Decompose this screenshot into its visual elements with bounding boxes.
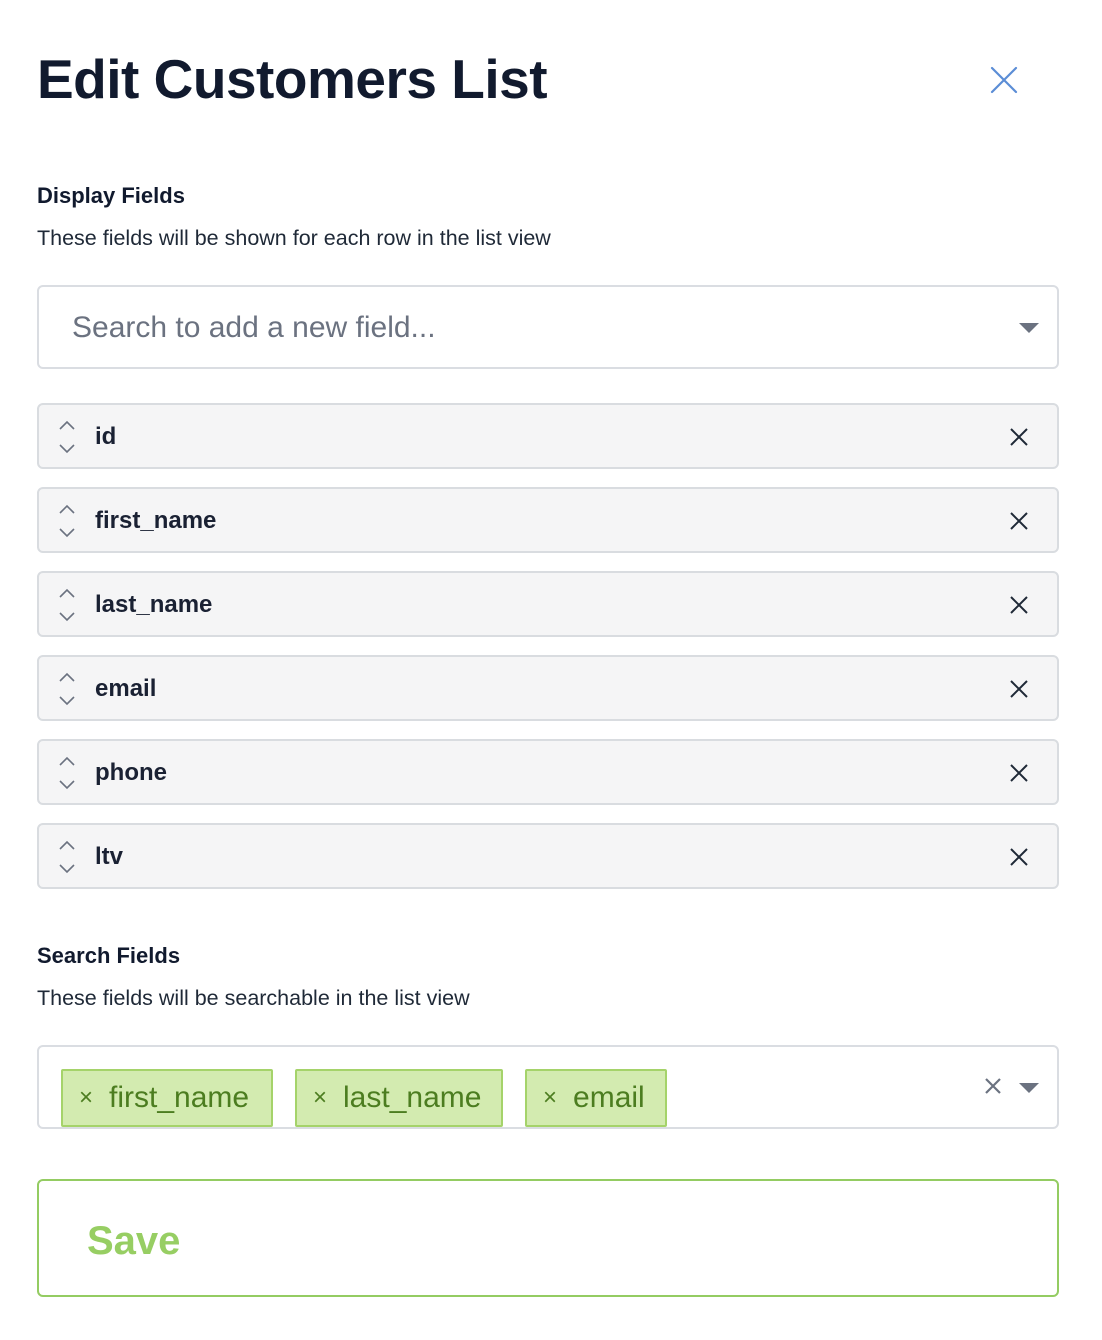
remove-field-icon[interactable] bbox=[1007, 509, 1031, 533]
clear-all-icon[interactable] bbox=[982, 1075, 1004, 1097]
field-name: ltv bbox=[95, 843, 124, 870]
chevron-down-icon[interactable] bbox=[1019, 1083, 1039, 1093]
remove-field-icon[interactable] bbox=[1007, 845, 1031, 869]
remove-chip-icon[interactable]: × bbox=[313, 1081, 327, 1115]
search-chip-first-name: × first_name bbox=[61, 1069, 273, 1127]
reorder-handle-icon[interactable] bbox=[57, 669, 77, 709]
chip-label: email bbox=[573, 1081, 645, 1114]
field-row-email: email bbox=[37, 655, 1059, 721]
field-row-phone: phone bbox=[37, 739, 1059, 805]
search-fields-label: Search Fields bbox=[37, 943, 181, 968]
reorder-handle-icon[interactable] bbox=[57, 753, 77, 793]
modal-title: Edit Customers List bbox=[37, 48, 548, 110]
edit-list-modal: Edit Customers List Display Fields These… bbox=[0, 0, 1102, 1340]
field-name: email bbox=[95, 675, 157, 702]
field-row-first-name: first_name bbox=[37, 487, 1059, 553]
display-fields-description: These fields will be shown for each row … bbox=[37, 226, 551, 250]
reorder-handle-icon[interactable] bbox=[57, 585, 77, 625]
remove-chip-icon[interactable]: × bbox=[543, 1081, 557, 1115]
reorder-handle-icon[interactable] bbox=[57, 417, 77, 457]
search-chip-email: × email bbox=[525, 1069, 667, 1127]
display-fields-label: Display Fields bbox=[37, 183, 185, 208]
field-row-last-name: last_name bbox=[37, 571, 1059, 637]
remove-field-icon[interactable] bbox=[1007, 677, 1031, 701]
search-fields-select[interactable]: × first_name × last_name × email bbox=[37, 1045, 1059, 1129]
field-name: first_name bbox=[95, 507, 217, 534]
close-icon[interactable] bbox=[984, 60, 1024, 100]
save-button-label: Save bbox=[87, 1219, 181, 1263]
chip-label: last_name bbox=[343, 1081, 482, 1114]
field-name: id bbox=[95, 423, 117, 450]
reorder-handle-icon[interactable] bbox=[57, 501, 77, 541]
remove-field-icon[interactable] bbox=[1007, 593, 1031, 617]
chevron-down-icon[interactable] bbox=[1019, 323, 1039, 333]
add-field-select[interactable]: Search to add a new field... bbox=[37, 285, 1059, 369]
add-field-placeholder: Search to add a new field... bbox=[72, 311, 436, 344]
remove-field-icon[interactable] bbox=[1007, 425, 1031, 449]
save-button[interactable]: Save bbox=[37, 1179, 1059, 1297]
field-name: last_name bbox=[95, 591, 213, 618]
chip-label: first_name bbox=[109, 1081, 250, 1114]
reorder-handle-icon[interactable] bbox=[57, 837, 77, 877]
search-chip-last-name: × last_name bbox=[295, 1069, 503, 1127]
field-name: phone bbox=[95, 759, 167, 786]
remove-chip-icon[interactable]: × bbox=[79, 1081, 93, 1115]
field-row-id: id bbox=[37, 403, 1059, 469]
search-fields-description: These fields will be searchable in the l… bbox=[37, 986, 470, 1010]
remove-field-icon[interactable] bbox=[1007, 761, 1031, 785]
field-row-ltv: ltv bbox=[37, 823, 1059, 889]
